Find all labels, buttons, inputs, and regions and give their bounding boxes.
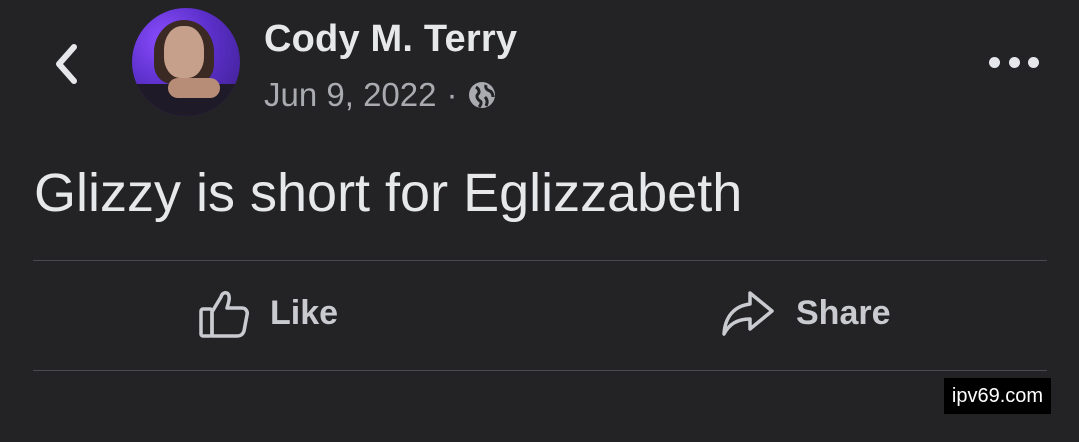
post-date[interactable]: Jun 9, 2022: [264, 76, 436, 114]
divider: [33, 260, 1047, 261]
more-dot-icon: [989, 56, 1000, 68]
avatar[interactable]: [132, 8, 240, 116]
more-dot-icon: [1008, 56, 1020, 68]
like-button[interactable]: Like: [198, 282, 338, 344]
thumbs-up-icon: [198, 287, 250, 339]
watermark: ipv69.com: [944, 378, 1051, 414]
avatar-hand-shape: [168, 78, 220, 98]
back-button[interactable]: [46, 40, 86, 88]
author-name[interactable]: Cody M. Terry: [264, 18, 517, 61]
post-meta: Jun 9, 2022 ·: [264, 76, 497, 114]
avatar-face-shape: [164, 26, 204, 78]
post-text: Glizzy is short for Eglizzabeth: [34, 163, 743, 223]
chevron-left-icon: [56, 44, 77, 84]
divider: [33, 370, 1047, 371]
share-button[interactable]: Share: [720, 282, 891, 344]
more-dot-icon: [1028, 56, 1039, 68]
meta-separator: ·: [446, 76, 458, 113]
more-options-button[interactable]: [989, 48, 1039, 76]
like-label: Like: [270, 293, 339, 332]
share-arrow-icon: [720, 287, 776, 339]
share-label: Share: [796, 293, 891, 332]
globe-icon[interactable]: [467, 80, 497, 110]
